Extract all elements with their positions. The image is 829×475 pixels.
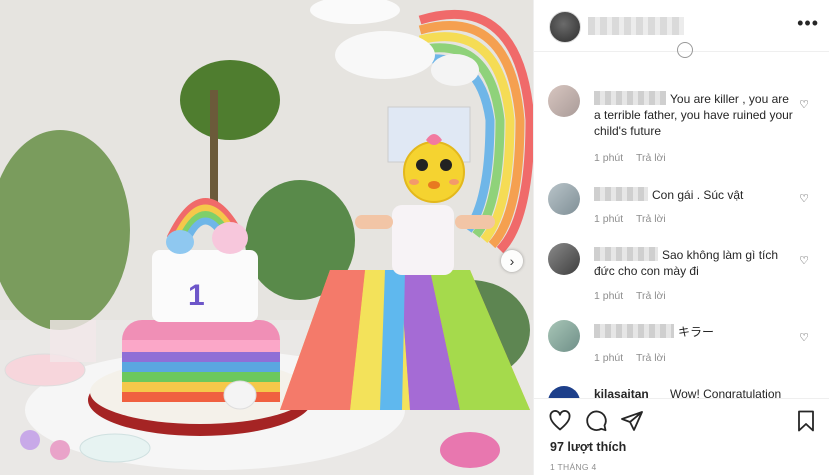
- reply-button[interactable]: Trả lời: [636, 152, 666, 164]
- likes-count[interactable]: 97 lượt thích: [550, 440, 626, 454]
- commenter-name-blurred[interactable]: [594, 324, 674, 338]
- comment-text: Wow! Congratulation: [670, 387, 782, 398]
- comment-item: Con gái . Súc vật 1 phút Trả lời ♡: [534, 183, 829, 233]
- author-avatar[interactable]: [549, 11, 581, 43]
- post-actions: 97 lượt thích 1 THÁNG 4: [534, 398, 829, 475]
- comment-text: キラー: [678, 325, 715, 339]
- more-icon[interactable]: •••: [797, 13, 819, 34]
- reply-button[interactable]: Trả lời: [636, 352, 666, 364]
- heart-icon[interactable]: [548, 409, 572, 433]
- post-date[interactable]: 1 THÁNG 4: [550, 462, 596, 472]
- comment-meta: 1 phút Trả lời: [594, 290, 676, 302]
- comment-item: キラー 1 phút Trả lời ♡: [534, 320, 829, 370]
- comment-time: 1 phút: [594, 352, 624, 364]
- svg-text:1: 1: [188, 279, 205, 312]
- bookmark-icon[interactable]: [794, 409, 818, 433]
- reply-button[interactable]: Trả lời: [636, 213, 666, 225]
- comment-text-wrap: Con gái . Súc vật: [594, 187, 804, 203]
- party-photo-illustration: 1: [0, 0, 533, 475]
- commenter-avatar[interactable]: [548, 183, 580, 215]
- heart-icon[interactable]: ♡: [799, 254, 809, 267]
- comment-icon[interactable]: [584, 409, 608, 433]
- comment-item: Sao không làm gì tích đức cho con mày đi…: [534, 243, 829, 308]
- comment-text: Con gái . Súc vật: [652, 188, 744, 202]
- post-side-panel: ••• You are killer , you are a terrible …: [533, 0, 829, 475]
- comment-meta: 1 phút Trả lời: [594, 152, 676, 164]
- comment-text-wrap: You are killer , you are a terrible fath…: [594, 91, 794, 139]
- comment-time: 1 phút: [594, 290, 624, 302]
- partial-comment: kilasaitan Wow! Congratulation: [548, 386, 818, 398]
- author-name-blurred[interactable]: [588, 17, 684, 35]
- chevron-right-icon: ›: [509, 253, 515, 269]
- heart-icon[interactable]: ♡: [799, 331, 809, 344]
- reply-button[interactable]: Trả lời: [636, 290, 666, 302]
- commenter-avatar[interactable]: [548, 243, 580, 275]
- heart-icon[interactable]: ♡: [799, 192, 809, 205]
- commenter-name-blurred[interactable]: [594, 247, 658, 261]
- commenter-name-blurred[interactable]: [594, 91, 666, 105]
- comment-time: 1 phút: [594, 152, 624, 164]
- comment-text-wrap: キラー: [594, 324, 794, 340]
- share-icon[interactable]: [620, 409, 644, 433]
- post-photo: 1 ›: [0, 0, 533, 475]
- comment-meta: 1 phút Trả lời: [594, 213, 676, 225]
- heart-icon[interactable]: ♡: [799, 98, 809, 111]
- commenter-avatar[interactable]: [548, 85, 580, 117]
- loading-circle-icon: [677, 42, 693, 58]
- commenter-avatar[interactable]: [548, 320, 580, 352]
- commenter-name-blurred[interactable]: [594, 187, 648, 201]
- comment-time: 1 phút: [594, 213, 624, 225]
- comment-text-wrap: Sao không làm gì tích đức cho con mày đi: [594, 247, 794, 279]
- commenter-avatar[interactable]: [548, 386, 580, 398]
- comment-meta: 1 phút Trả lời: [594, 352, 676, 364]
- next-photo-button[interactable]: ›: [501, 250, 523, 272]
- comment-item: You are killer , you are a terrible fath…: [534, 85, 829, 165]
- commenter-name[interactable]: kilasaitan: [594, 387, 649, 398]
